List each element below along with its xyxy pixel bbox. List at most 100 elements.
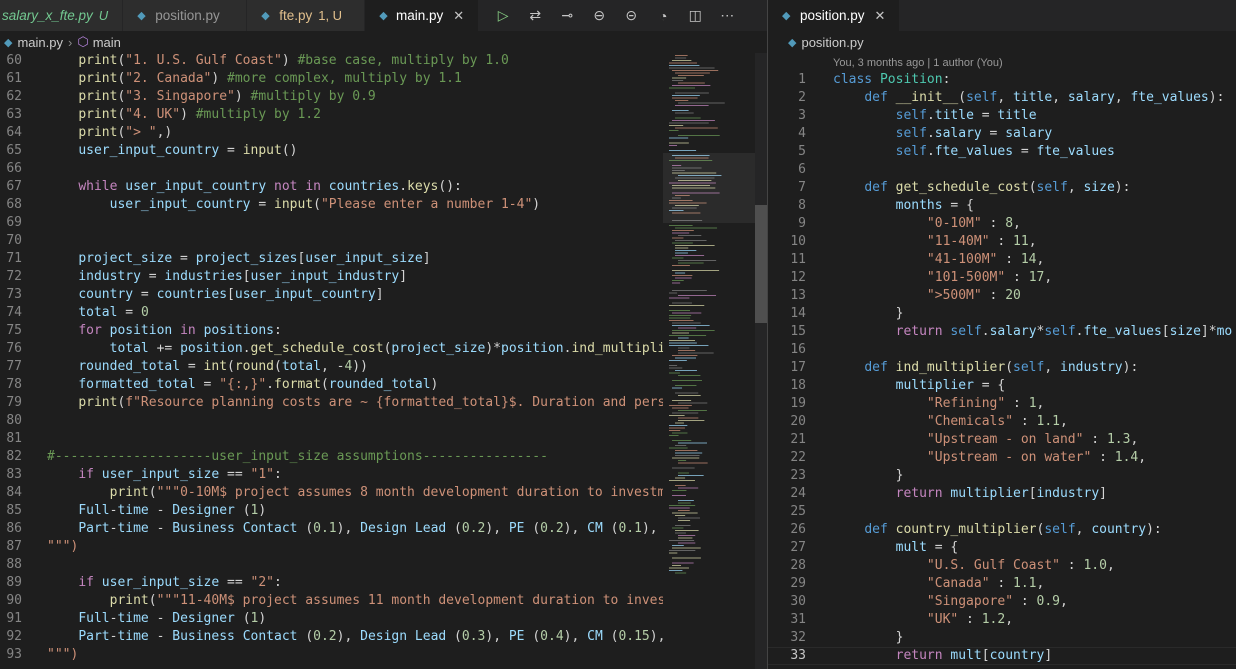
breadcrumb-file[interactable]: position.py xyxy=(801,35,863,50)
split-editor-icon[interactable]: ◫ xyxy=(679,7,711,24)
code-line[interactable]: 87 """) xyxy=(0,538,663,556)
code-line[interactable]: 82 #--------------------user_input_size a… xyxy=(0,448,663,466)
code-line[interactable]: 17 def ind_multiplier(self, industry): xyxy=(768,359,1236,377)
code-line[interactable]: 2 def __init__(self, title, salary, fte_… xyxy=(768,89,1236,107)
code-line[interactable]: 89 if user_input_size == "2": xyxy=(0,574,663,592)
code-line[interactable]: 72 industry = industries[user_input_indu… xyxy=(0,268,663,286)
line-number: 67 xyxy=(6,179,22,194)
code-line[interactable]: 75 for position in positions: xyxy=(0,322,663,340)
code-line[interactable]: 68 user_input_country = input("Please en… xyxy=(0,196,663,214)
code-line[interactable]: 10 "11-40M" : 11, xyxy=(768,233,1236,251)
minimap[interactable] xyxy=(663,53,755,669)
minimap-line xyxy=(678,475,704,476)
forward-icon[interactable]: ⊝ xyxy=(615,7,647,24)
code-line[interactable]: 88 xyxy=(0,556,663,574)
code-line[interactable]: 83 if user_input_size == "1": xyxy=(0,466,663,484)
code-line[interactable]: 80 xyxy=(0,412,663,430)
code-line[interactable]: 76 total += position.get_schedule_cost(p… xyxy=(0,340,663,358)
left-code-editor[interactable]: 60 print("1. U.S. Gulf Coast") #base cas… xyxy=(0,52,663,669)
code-line[interactable]: 77 rounded_total = int(round(total, -4)) xyxy=(0,358,663,376)
code-line[interactable]: 11 "41-100M" : 14, xyxy=(768,251,1236,269)
code-line[interactable]: 23 } xyxy=(768,467,1236,485)
code-line[interactable]: 62 print("3. Singapore") #multiply by 0.… xyxy=(0,88,663,106)
code-line[interactable]: 67 while user_input_country not in count… xyxy=(0,178,663,196)
code-line[interactable]: 81 xyxy=(0,430,663,448)
code-line[interactable]: 14 } xyxy=(768,305,1236,323)
close-icon[interactable]: ✕ xyxy=(453,8,464,24)
tab-salary-x-fte[interactable]: salary_x_fte.py U xyxy=(0,0,124,31)
tab-fte[interactable]: ◆ fte.py 1, U xyxy=(247,0,366,31)
code-line[interactable]: 22 "Upstream - on water" : 1.4, xyxy=(768,449,1236,467)
code-line[interactable]: 1 class Position: xyxy=(768,71,1236,89)
code-line[interactable]: 69 xyxy=(0,214,663,232)
git-commit-icon[interactable]: ⊸ xyxy=(551,7,583,24)
code-line[interactable]: 9 "0-10M" : 8, xyxy=(768,215,1236,233)
code-line[interactable]: 12 "101-500M" : 17, xyxy=(768,269,1236,287)
code-line[interactable]: 29 "Canada" : 1.1, xyxy=(768,575,1236,593)
code-line[interactable]: 33 return mult[country] xyxy=(768,647,1236,665)
code-line[interactable]: 16 xyxy=(768,341,1236,359)
code-line[interactable]: 30 "Singapore" : 0.9, xyxy=(768,593,1236,611)
code-line[interactable]: 19 "Refining" : 1, xyxy=(768,395,1236,413)
code-line[interactable]: 5 self.fte_values = fte_values xyxy=(768,143,1236,161)
code-line[interactable]: 31 "UK" : 1.2, xyxy=(768,611,1236,629)
code-line[interactable]: 18 multiplier = { xyxy=(768,377,1236,395)
minimap-line xyxy=(675,452,703,454)
git-blame-annotation[interactable]: You, 3 months ago | 1 author (You) xyxy=(833,54,1003,72)
code-line[interactable]: 26 def country_multiplier(self, country)… xyxy=(768,521,1236,539)
code-line[interactable]: 7 def get_schedule_cost(self, size): xyxy=(768,179,1236,197)
code-line[interactable]: 79 print(f"Resource planning costs are ~… xyxy=(0,394,663,412)
tab-main[interactable]: ◆ main.py ✕ xyxy=(365,0,480,31)
code-line[interactable]: 66 xyxy=(0,160,663,178)
code-line[interactable]: 4 self.salary = salary xyxy=(768,125,1236,143)
code-line[interactable]: 13 ">500M" : 20 xyxy=(768,287,1236,305)
breadcrumb-file[interactable]: main.py xyxy=(17,35,63,50)
code-line[interactable]: 73 country = countries[user_input_countr… xyxy=(0,286,663,304)
code-line[interactable]: 21 "Upstream - on land" : 1.3, xyxy=(768,431,1236,449)
code-line[interactable]: 20 "Chemicals" : 1.1, xyxy=(768,413,1236,431)
minimap-line xyxy=(678,462,708,464)
code-line[interactable]: 78 formatted_total = "{:,}".format(round… xyxy=(0,376,663,394)
code-line[interactable]: 91 Full-time - Designer (1) xyxy=(0,610,663,628)
timeline-icon[interactable]: ◔ xyxy=(647,8,679,24)
code-line[interactable]: 74 total = 0 xyxy=(0,304,663,322)
code-line[interactable]: 3 self.title = title xyxy=(768,107,1236,125)
code-line[interactable]: 6 xyxy=(768,161,1236,179)
line-number: 93 xyxy=(6,647,22,662)
code-line[interactable]: 86 Part-time - Business Contact (0.1), D… xyxy=(0,520,663,538)
minimap-line xyxy=(675,127,718,129)
code-line[interactable]: 25 xyxy=(768,503,1236,521)
tab-position[interactable]: ◆ position.py xyxy=(123,0,248,31)
code-line[interactable]: 8 months = { xyxy=(768,197,1236,215)
code-line[interactable]: 24 return multiplier[industry] xyxy=(768,485,1236,503)
code-line[interactable]: 27 mult = { xyxy=(768,539,1236,557)
code-line[interactable]: 70 xyxy=(0,232,663,250)
code-line[interactable]: 63 print("4. UK") #multiply by 1.2 xyxy=(0,106,663,124)
code-line[interactable]: 61 print("2. Canada") #more complex, mul… xyxy=(0,70,663,88)
line-number: 89 xyxy=(6,575,22,590)
compare-icon[interactable]: ⇄ xyxy=(519,7,551,24)
code-line[interactable]: 60 print("1. U.S. Gulf Coast") #base cas… xyxy=(0,52,663,70)
play-icon[interactable]: ▷ xyxy=(487,7,519,24)
breadcrumb-symbol[interactable]: main xyxy=(93,35,121,50)
back-icon[interactable]: ⊖ xyxy=(583,7,615,24)
code-text: } xyxy=(833,468,904,483)
scrollbar[interactable] xyxy=(755,53,767,669)
code-line[interactable]: 93 """) xyxy=(0,646,663,664)
code-line[interactable]: 71 project_size = project_sizes[user_inp… xyxy=(0,250,663,268)
code-line[interactable]: 32 } xyxy=(768,629,1236,647)
code-line[interactable]: 15 return self.salary*self.fte_values[si… xyxy=(768,323,1236,341)
code-line[interactable]: 65 user_input_country = input() xyxy=(0,142,663,160)
minimap-line xyxy=(675,100,689,101)
scrollbar-thumb[interactable] xyxy=(755,205,767,323)
right-code-editor[interactable]: 1 class Position: 2 def __init__(self, tit… xyxy=(768,71,1236,669)
code-line[interactable]: 28 "U.S. Gulf Coast" : 1.0, xyxy=(768,557,1236,575)
code-line[interactable]: 92 Part-time - Business Contact (0.2), D… xyxy=(0,628,663,646)
close-icon[interactable]: ✕ xyxy=(875,8,886,24)
tab-position-right[interactable]: ◆ position.py ✕ xyxy=(768,0,901,31)
code-line[interactable]: 85 Full-time - Designer (1) xyxy=(0,502,663,520)
code-line[interactable]: 90 print("""11-40M$ project assumes 11 m… xyxy=(0,592,663,610)
more-icon[interactable]: ⋯ xyxy=(711,7,743,24)
code-line[interactable]: 64 print("> ",) xyxy=(0,124,663,142)
code-line[interactable]: 84 print("""0-10M$ project assumes 8 mon… xyxy=(0,484,663,502)
